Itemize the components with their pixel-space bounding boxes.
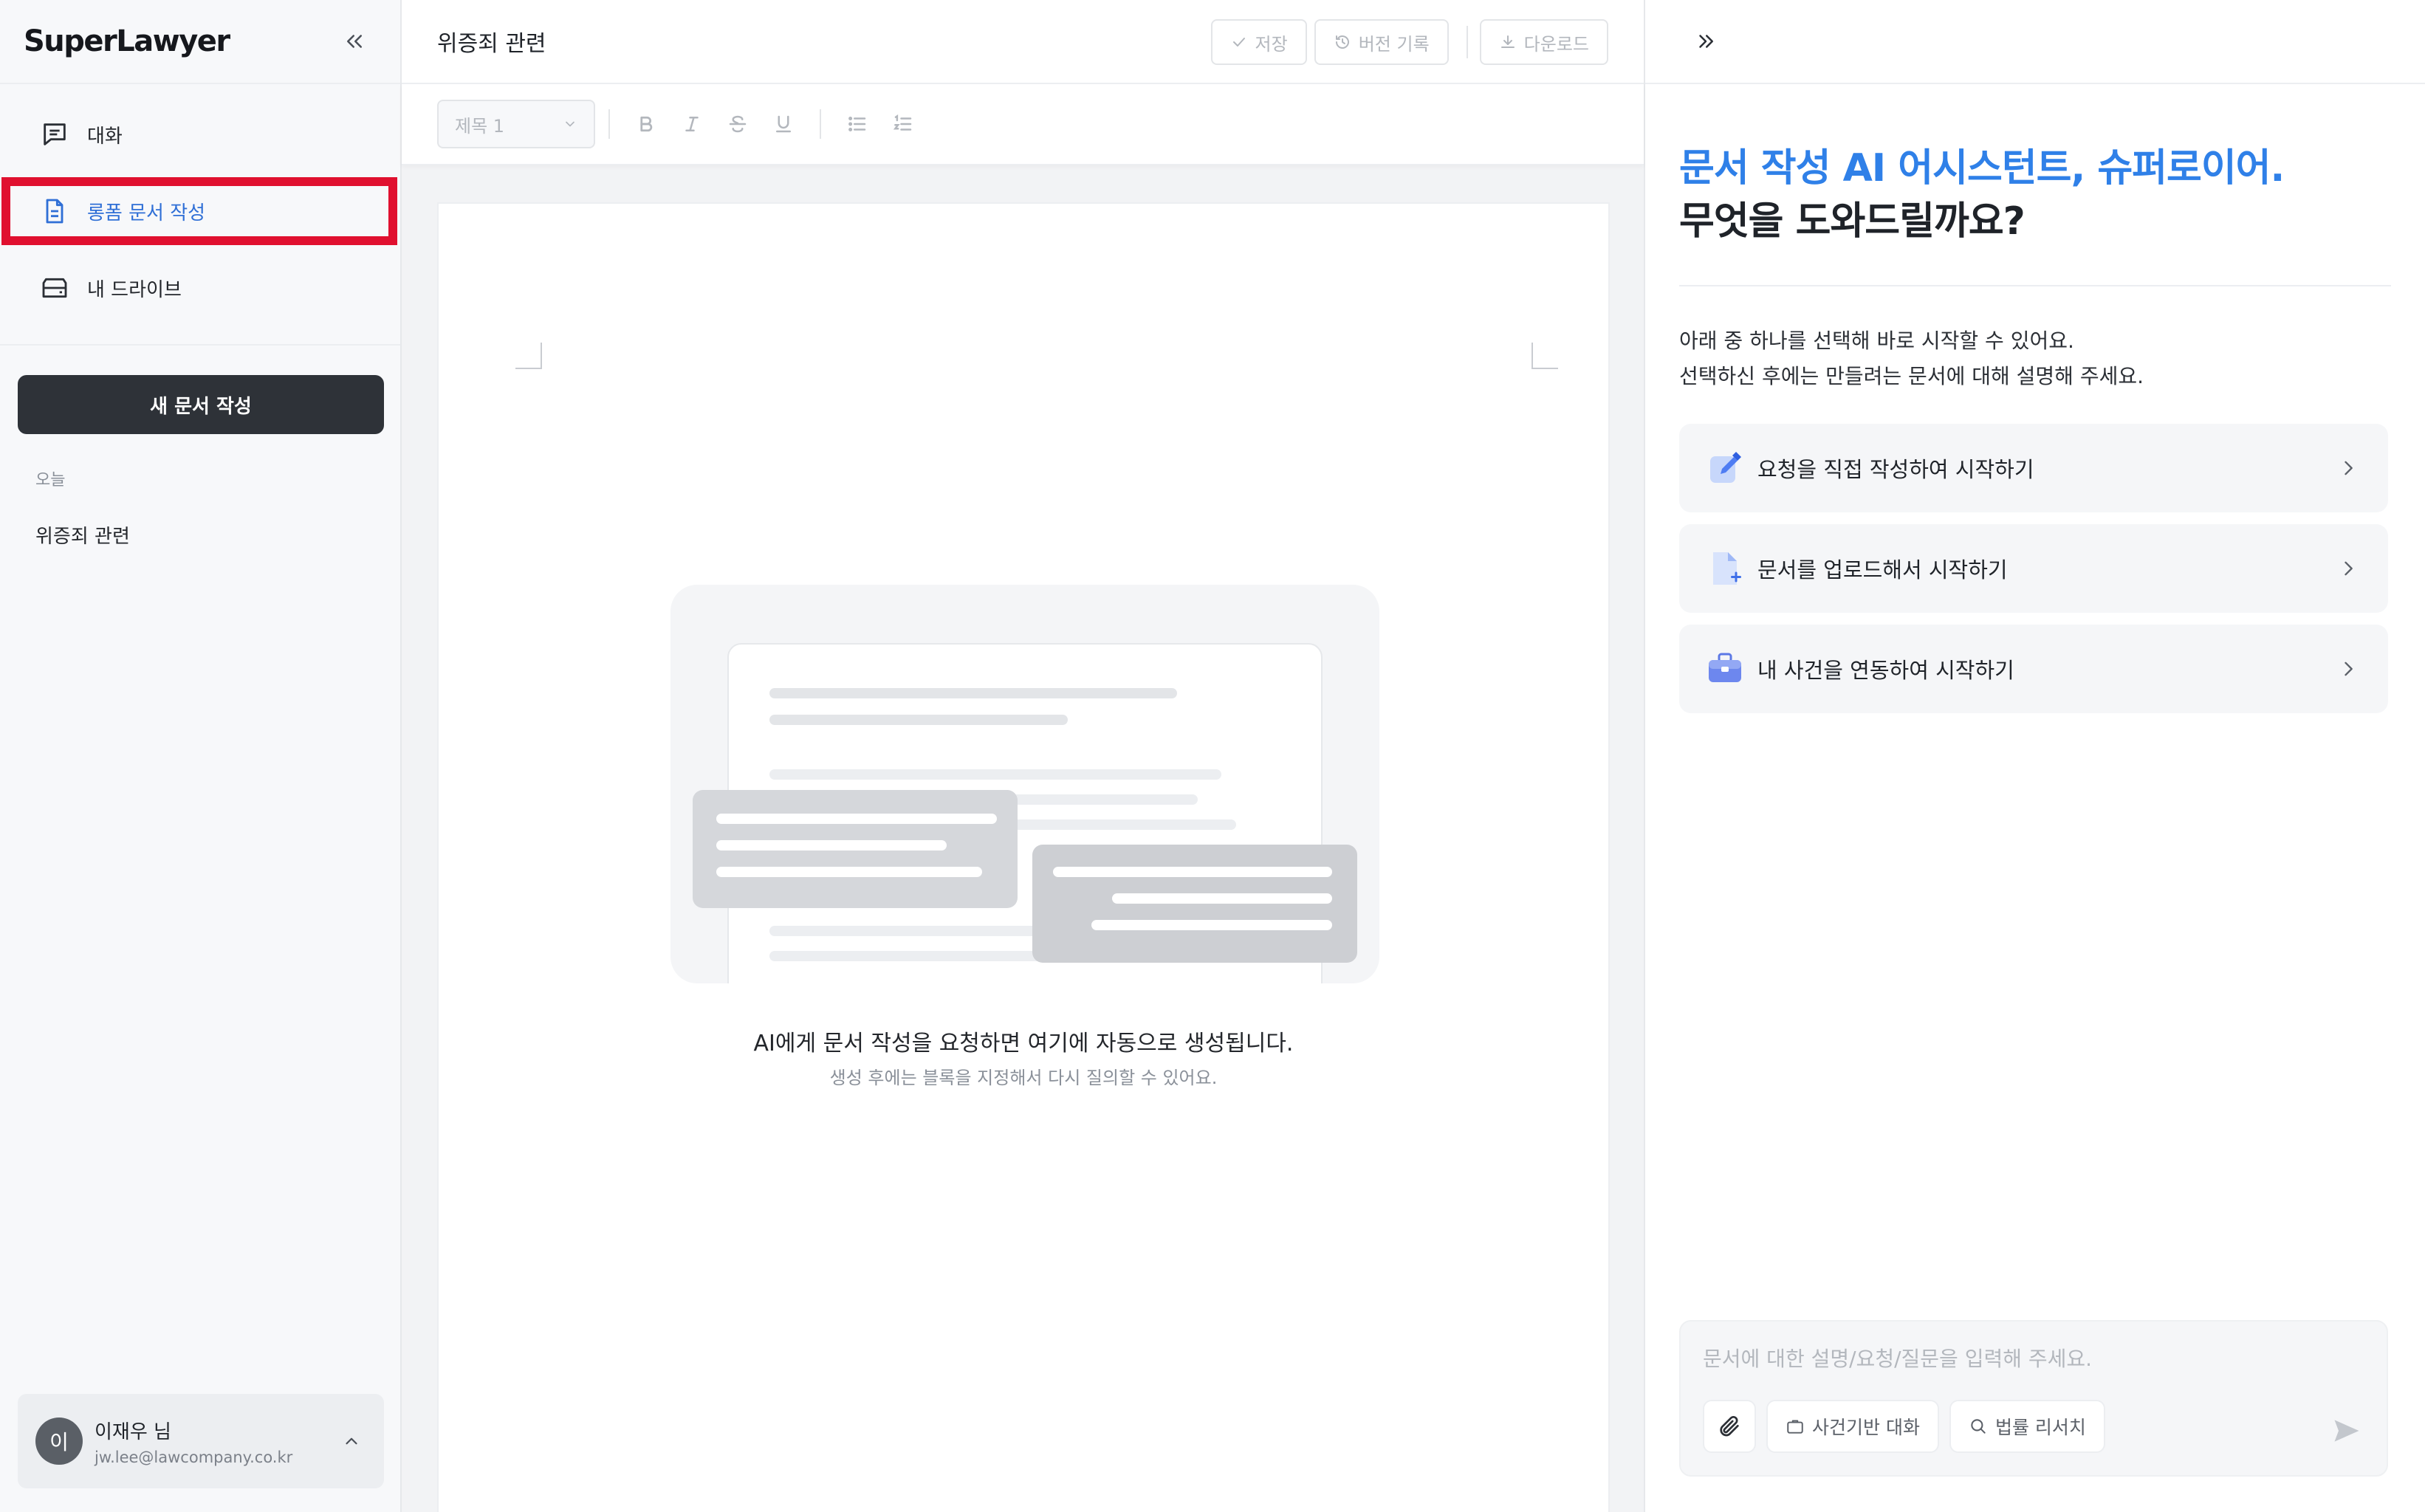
briefcase-icon	[1706, 650, 1744, 688]
italic-button[interactable]	[675, 107, 709, 141]
italic-icon	[685, 117, 699, 131]
assistant-title-accent: 문서 작성 AI 어시스턴트, 슈퍼로이어.	[1679, 146, 2285, 190]
empty-state-illustration	[670, 585, 1379, 983]
user-profile-card[interactable]: 이 이재우 님 jw.lee@lawcompany.co.kr	[18, 1394, 384, 1488]
download-icon	[1500, 35, 1515, 48]
download-button[interactable]: 다운로드	[1479, 19, 1608, 65]
user-name: 이재우 님	[95, 1420, 171, 1443]
chevron-right-icon	[2335, 555, 2361, 582]
sidebar-item-longform-document[interactable]: 롱폼 문서 작성	[0, 173, 400, 250]
sidebar-item-my-drive[interactable]: 내 드라이브	[0, 250, 400, 326]
send-button[interactable]	[2329, 1413, 2364, 1449]
send-icon	[2334, 1420, 2359, 1442]
assistant-intro-line: 선택하신 후에는 만들려는 문서에 대해 설명해 주세요.	[1679, 364, 2144, 388]
page-margin-corner	[1532, 343, 1558, 369]
drive-icon	[38, 272, 71, 304]
chat-composer: 사건기반 대화 법률 리서치	[1679, 1320, 2388, 1477]
editor-actions: 저장 버전 기록 다운로드	[1204, 19, 1608, 65]
app-logo[interactable]: SuperLawyer	[24, 24, 230, 58]
new-document-button[interactable]: 새 문서 작성	[18, 375, 384, 434]
option-link-case[interactable]: 내 사건을 연동하여 시작하기	[1679, 625, 2388, 713]
assistant-divider	[1679, 285, 2391, 286]
composer-tools: 사건기반 대화 법률 리서치	[1703, 1400, 2116, 1453]
sidebar-header: SuperLawyer	[0, 0, 400, 84]
underline-button[interactable]	[766, 107, 800, 141]
user-menu-toggle[interactable]	[337, 1426, 366, 1456]
search-icon	[1971, 1419, 1986, 1434]
document-title[interactable]: 위증죄 관련	[437, 25, 546, 58]
collapse-sidebar-button[interactable]	[338, 25, 371, 58]
expand-panel-button[interactable]	[1690, 25, 1722, 58]
empty-state-title: AI에게 문서 작성을 요청하면 여기에 자동으로 생성됩니다.	[753, 1031, 1294, 1056]
double-chevron-left-icon	[347, 35, 362, 48]
assistant-intro: 아래 중 하나를 선택해 바로 시작할 수 있어요. 선택하신 후에는 만들려는…	[1679, 323, 2144, 394]
strikethrough-icon	[729, 115, 747, 133]
assistant-panel: 문서 작성 AI 어시스턴트, 슈퍼로이어. 무엇을 도와드릴까요? 아래 중 …	[1645, 0, 2425, 1512]
pencil-note-icon	[1706, 449, 1744, 487]
save-button[interactable]: 저장	[1210, 19, 1307, 65]
assistant-header	[1645, 0, 2425, 84]
numbered-list-button[interactable]	[886, 107, 920, 141]
legal-research-label: 법률 리서치	[1994, 1417, 2086, 1438]
download-label: 다운로드	[1523, 33, 1589, 55]
history-section-label: 오늘	[35, 471, 66, 489]
option-write-request[interactable]: 요청을 직접 작성하여 시작하기	[1679, 424, 2388, 512]
chevron-down-icon	[566, 121, 574, 127]
numbered-list-icon	[893, 114, 912, 131]
attach-file-button[interactable]	[1703, 1400, 1756, 1453]
option-label: 내 사건을 연동하여 시작하기	[1757, 658, 2014, 683]
history-item[interactable]: 위증죄 관련	[35, 521, 130, 549]
version-history-button[interactable]: 버전 기록	[1314, 19, 1449, 65]
avatar: 이	[35, 1418, 83, 1465]
sidebar-nav: 대화 롱폼 문서 작성 내 드라이브	[0, 84, 400, 346]
underline-icon	[776, 115, 791, 133]
chevron-right-icon	[2335, 656, 2361, 682]
empty-state-subtitle: 생성 후에는 블록을 지정해서 다시 질의할 수 있어요.	[829, 1068, 1218, 1088]
save-label: 저장	[1255, 33, 1288, 55]
sidebar-item-chat[interactable]: 대화	[0, 96, 400, 173]
toolbar-divider	[608, 109, 610, 139]
legal-research-chip[interactable]: 법률 리서치	[1949, 1400, 2105, 1453]
user-info: 이재우 님 jw.lee@lawcompany.co.kr	[95, 1417, 337, 1466]
double-chevron-right-icon	[1699, 35, 1713, 48]
user-email: jw.lee@lawcompany.co.kr	[95, 1448, 293, 1466]
editor-area: 위증죄 관련 저장 버전 기록 다운로드 제목 1 AI에게 문서 작성을 요청…	[402, 0, 1645, 1512]
document-page[interactable]: AI에게 문서 작성을 요청하면 여기에 자동으로 생성됩니다. 생성 후에는 …	[437, 202, 1610, 1512]
sidebar-item-label: 내 드라이브	[87, 278, 182, 301]
heading-select-value: 제목 1	[455, 115, 505, 137]
option-label: 요청을 직접 작성하여 시작하기	[1757, 457, 2034, 482]
sidebar: SuperLawyer 대화 롱폼 문서 작성 내 드라이브 새 문서 작성 오…	[0, 0, 402, 1512]
sidebar-item-label: 롱폼 문서 작성	[87, 202, 206, 224]
editor-header: 위증죄 관련 저장 버전 기록 다운로드	[402, 0, 1644, 84]
bullet-list-button[interactable]	[840, 107, 874, 141]
document-icon	[38, 195, 71, 227]
toolbar-divider	[1466, 26, 1468, 58]
file-add-icon	[1706, 549, 1744, 588]
sidebar-item-label: 대화	[87, 125, 123, 148]
option-label: 문서를 업로드해서 시작하기	[1757, 557, 2008, 583]
briefcase-outline-icon	[1787, 1420, 1803, 1434]
chevron-right-icon	[2335, 455, 2361, 481]
bold-button[interactable]	[629, 107, 663, 141]
bullet-list-icon	[848, 117, 866, 131]
case-chat-chip[interactable]: 사건기반 대화	[1766, 1400, 1939, 1453]
heading-select[interactable]: 제목 1	[437, 100, 595, 148]
check-icon	[1232, 38, 1245, 47]
version-history-label: 버전 기록	[1358, 33, 1430, 55]
format-toolbar: 제목 1	[402, 84, 1644, 165]
chat-input[interactable]	[1703, 1347, 2353, 1371]
strikethrough-button[interactable]	[721, 107, 755, 141]
page-margin-corner	[515, 343, 542, 369]
paperclip-icon	[1720, 1415, 1739, 1437]
case-chat-label: 사건기반 대화	[1812, 1417, 1920, 1438]
chevron-up-icon	[346, 1437, 357, 1445]
assistant-title: 문서 작성 AI 어시스턴트, 슈퍼로이어. 무엇을 도와드릴까요?	[1679, 142, 2285, 248]
chat-icon	[38, 118, 71, 151]
assistant-title-question: 무엇을 도와드릴까요?	[1679, 199, 2026, 244]
bold-icon	[640, 116, 653, 132]
option-upload-document[interactable]: 문서를 업로드해서 시작하기	[1679, 524, 2388, 613]
toolbar-divider	[820, 109, 821, 139]
history-icon	[1335, 35, 1349, 49]
assistant-intro-line: 아래 중 하나를 선택해 바로 시작할 수 있어요.	[1679, 329, 2074, 353]
